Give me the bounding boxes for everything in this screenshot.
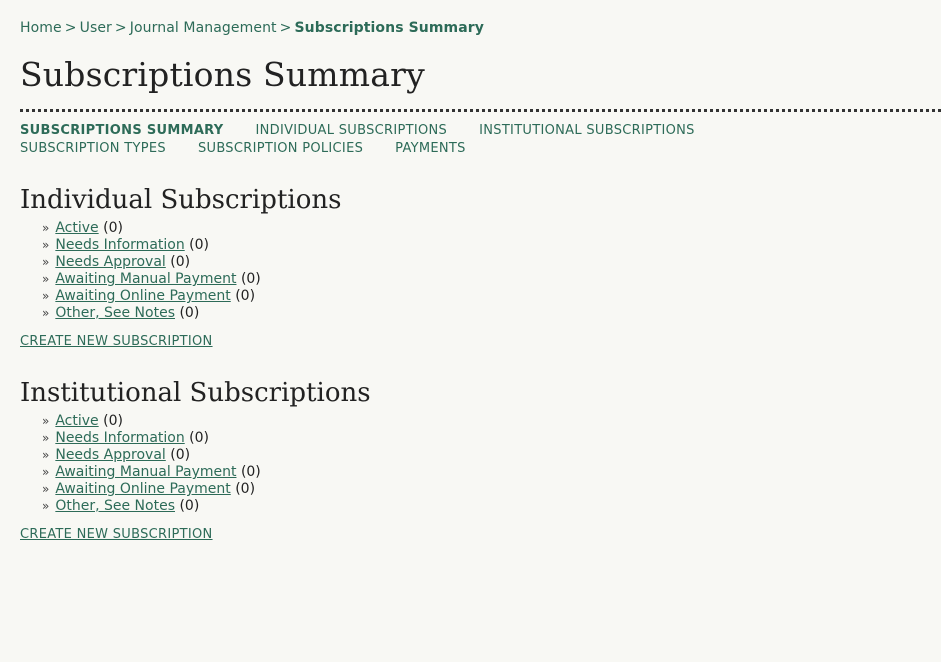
list-item: » Active (0) xyxy=(42,220,941,237)
status-count: (0) xyxy=(240,271,261,287)
status-count: (0) xyxy=(235,288,256,304)
bullet-icon: » xyxy=(42,448,50,462)
bullet-icon: » xyxy=(42,431,50,445)
status-count: (0) xyxy=(179,498,200,514)
tab-payments[interactable]: Payments xyxy=(395,140,466,158)
bullet-icon: » xyxy=(42,482,50,496)
status-count: (0) xyxy=(103,413,123,429)
individual-awaiting-manual-payment-link[interactable]: Awaiting Manual Payment xyxy=(55,271,236,287)
institutional-subscriptions-heading: Institutional Subscriptions xyxy=(20,378,371,408)
page-title: Subscriptions Summary xyxy=(20,55,425,94)
list-item: » Needs Approval (0) xyxy=(42,447,941,464)
list-item: » Awaiting Online Payment (0) xyxy=(42,288,941,305)
list-item: » Awaiting Manual Payment (0) xyxy=(42,464,941,481)
individual-subscriptions-heading: Individual Subscriptions xyxy=(20,185,342,215)
institutional-awaiting-online-payment-link[interactable]: Awaiting Online Payment xyxy=(55,481,230,497)
individual-needs-approval-link[interactable]: Needs Approval xyxy=(55,254,165,270)
tab-subscription-types[interactable]: Subscription Types xyxy=(20,140,166,158)
status-count: (0) xyxy=(240,464,261,480)
institutional-awaiting-manual-payment-link[interactable]: Awaiting Manual Payment xyxy=(55,464,236,480)
bullet-icon: » xyxy=(42,238,50,252)
individual-needs-information-link[interactable]: Needs Information xyxy=(55,237,184,253)
institutional-status-list: » Active (0) » Needs Information (0) » Need… xyxy=(20,413,941,515)
list-item: » Awaiting Manual Payment (0) xyxy=(42,271,941,288)
institutional-active-link[interactable]: Active xyxy=(55,413,98,429)
bullet-icon: » xyxy=(42,289,50,303)
tab-institutional-subscriptions[interactable]: Institutional Subscriptions xyxy=(479,122,695,140)
list-item: » Other, See Notes (0) xyxy=(42,498,941,515)
list-item: » Needs Information (0) xyxy=(42,237,941,254)
list-item: » Active (0) xyxy=(42,413,941,430)
bullet-icon: » xyxy=(42,272,50,286)
create-institutional-subscription-link[interactable]: Create New Subscription xyxy=(20,527,213,542)
breadcrumb-user-link[interactable]: User xyxy=(80,20,112,36)
institutional-other-see-notes-link[interactable]: Other, See Notes xyxy=(55,498,175,514)
status-count: (0) xyxy=(235,481,256,497)
institutional-needs-information-link[interactable]: Needs Information xyxy=(55,430,184,446)
breadcrumb: Home > User > Journal Management > Subscriptio… xyxy=(20,0,941,37)
list-item: » Other, See Notes (0) xyxy=(42,305,941,322)
breadcrumb-separator: > xyxy=(114,20,127,36)
breadcrumb-journal-management-link[interactable]: Journal Management xyxy=(130,20,277,36)
bullet-icon: » xyxy=(42,255,50,269)
institutional-needs-approval-link[interactable]: Needs Approval xyxy=(55,447,165,463)
tab-individual-subscriptions[interactable]: Individual Subscriptions xyxy=(256,122,448,140)
individual-active-link[interactable]: Active xyxy=(55,220,98,236)
breadcrumb-home-link[interactable]: Home xyxy=(20,20,62,36)
breadcrumb-separator: > xyxy=(279,20,292,36)
institutional-subscriptions-section: Institutional Subscriptions » Active (0) … xyxy=(20,377,941,542)
tab-subscription-policies[interactable]: Subscription Policies xyxy=(198,140,363,158)
status-count: (0) xyxy=(189,237,210,253)
bullet-icon: » xyxy=(42,221,50,235)
bullet-icon: » xyxy=(42,414,50,428)
individual-other-see-notes-link[interactable]: Other, See Notes xyxy=(55,305,175,321)
status-count: (0) xyxy=(170,254,191,270)
status-count: (0) xyxy=(103,220,123,236)
list-item: » Awaiting Online Payment (0) xyxy=(42,481,941,498)
individual-subscriptions-section: Individual Subscriptions » Active (0) » Ne… xyxy=(20,184,941,349)
title-divider xyxy=(20,109,941,112)
bullet-icon: » xyxy=(42,499,50,513)
bullet-icon: » xyxy=(42,306,50,320)
status-count: (0) xyxy=(170,447,191,463)
list-item: » Needs Approval (0) xyxy=(42,254,941,271)
page: Home > User > Journal Management > Subscriptio… xyxy=(0,0,941,542)
create-individual-subscription-link[interactable]: Create New Subscription xyxy=(20,334,213,349)
breadcrumb-separator: > xyxy=(64,20,77,36)
status-count: (0) xyxy=(189,430,210,446)
breadcrumb-current-link[interactable]: Subscriptions Summary xyxy=(295,20,485,36)
individual-status-list: » Active (0) » Needs Information (0) » Need… xyxy=(20,220,941,322)
status-count: (0) xyxy=(179,305,200,321)
list-item: » Needs Information (0) xyxy=(42,430,941,447)
tab-subscriptions-summary[interactable]: Subscriptions Summary xyxy=(20,122,224,140)
individual-awaiting-online-payment-link[interactable]: Awaiting Online Payment xyxy=(55,288,230,304)
bullet-icon: » xyxy=(42,465,50,479)
subscription-tabs: Subscriptions Summary Individual Subscrip… xyxy=(20,122,935,158)
